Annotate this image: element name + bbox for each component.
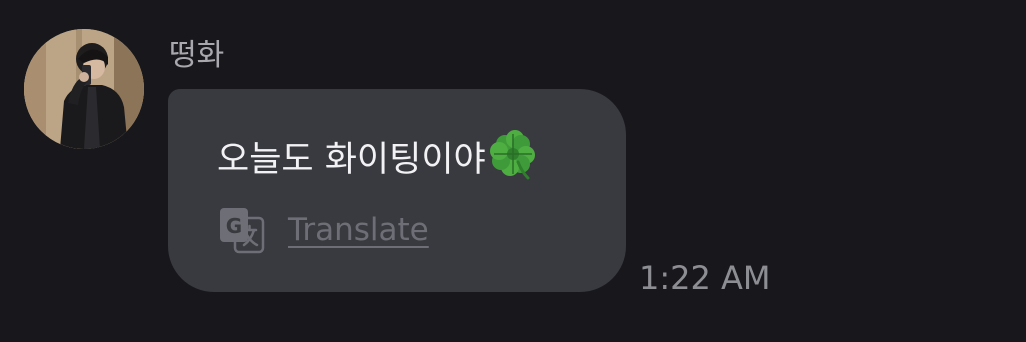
message-text: 오늘도 화이팅이야 <box>217 140 486 180</box>
sender-avatar[interactable] <box>24 29 144 149</box>
message-text-line: 오늘도 화이팅이야 <box>217 130 538 193</box>
translate-icon: G <box>220 208 265 254</box>
sender-name: 떵화 <box>169 38 225 73</box>
translate-link[interactable]: G Translate <box>219 206 429 254</box>
avatar-photo-icon <box>24 29 144 149</box>
svg-text:G: G <box>226 214 242 238</box>
four-leaf-clover-icon <box>488 130 538 193</box>
message-timestamp: 1:22 AM <box>639 259 771 297</box>
message-bubble[interactable]: 오늘도 화이팅이야 G Translate <box>168 89 626 292</box>
translate-label[interactable]: Translate <box>288 210 429 250</box>
